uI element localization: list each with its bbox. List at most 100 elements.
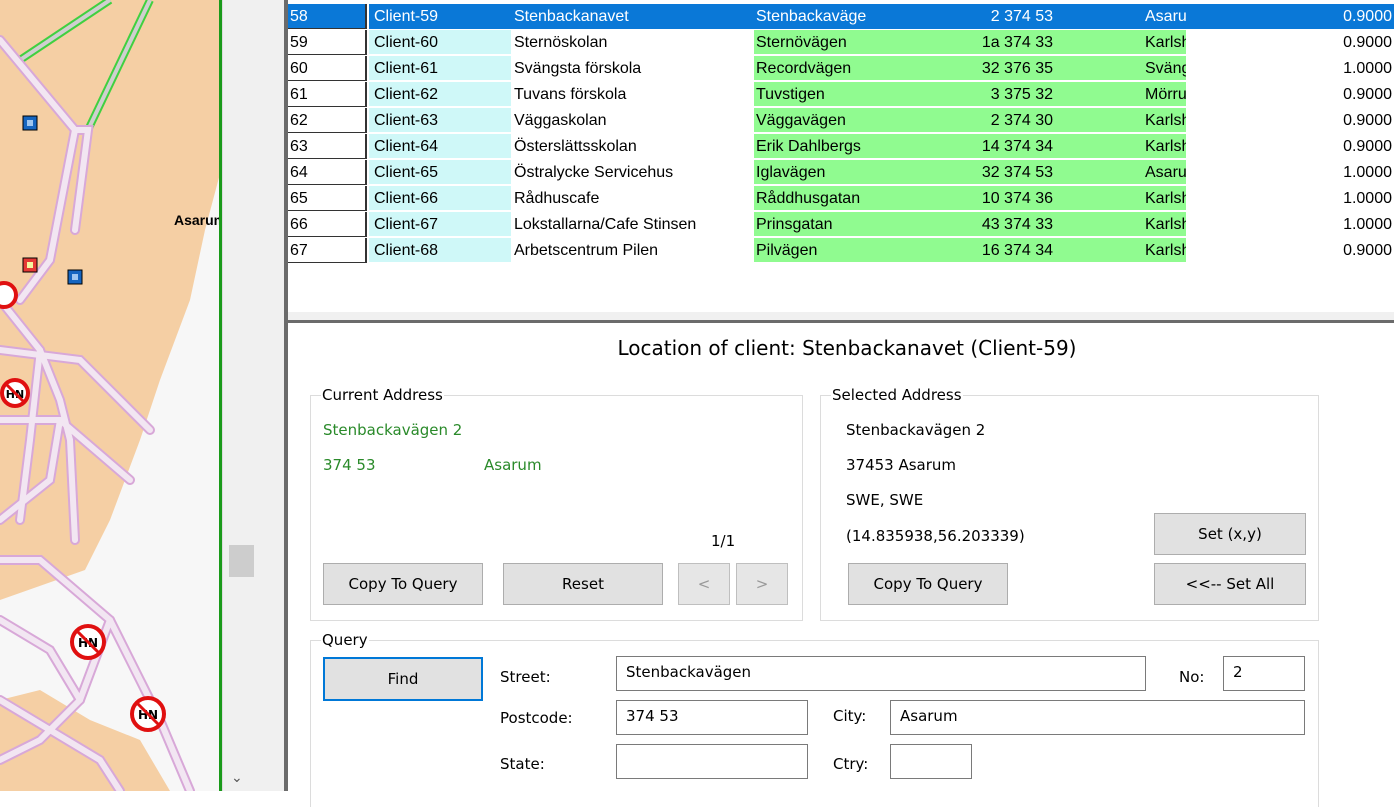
client-name-cell[interactable]: Lokstallarna/Cafe Stinsen	[511, 212, 754, 237]
city-cell[interactable]: Karlshamn	[1056, 212, 1186, 237]
row-index-cell[interactable]: 62	[288, 108, 367, 133]
value-cell[interactable]: 1.0000	[1186, 56, 1394, 81]
street-cell[interactable]: Erik Dahlbergs	[754, 134, 907, 159]
map-canvas[interactable]: HN HN HN	[0, 0, 221, 791]
street-cell[interactable]: Pilvägen	[754, 238, 907, 263]
reset-button[interactable]: Reset	[503, 563, 663, 605]
number-postcode-cell[interactable]: 10 374 36	[907, 186, 1056, 211]
city-cell[interactable]: Karlshamn	[1056, 238, 1186, 263]
value-cell[interactable]: 0.9000	[1186, 238, 1394, 263]
client-name-cell[interactable]: Arbetscentrum Pilen	[511, 238, 754, 263]
table-row[interactable]: 58 Client-59 Stenbackanavet Stenbackaväge 2 …	[288, 4, 1394, 30]
client-id-cell[interactable]: Client-68	[369, 238, 511, 263]
table-row[interactable]: 66 Client-67 Lokstallarna/Cafe Stinsen Prin…	[288, 212, 1394, 238]
number-postcode-cell[interactable]: 43 374 33	[907, 212, 1056, 237]
street-cell[interactable]: Stenbackaväge	[754, 4, 907, 29]
selected-copy-to-query-button[interactable]: Copy To Query	[848, 563, 1008, 605]
client-id-cell[interactable]: Client-66	[369, 186, 511, 211]
street-cell[interactable]: Väggavägen	[754, 108, 907, 133]
value-cell[interactable]: 0.9000	[1186, 134, 1394, 159]
next-button[interactable]: >	[736, 563, 788, 605]
set-all-button[interactable]: <<-- Set All	[1154, 563, 1306, 605]
number-postcode-cell[interactable]: 1a 374 33	[907, 30, 1056, 55]
splitter[interactable]	[258, 0, 284, 791]
previous-button[interactable]: <	[678, 563, 730, 605]
city-cell[interactable]: Karlshamn	[1056, 186, 1186, 211]
number-postcode-cell[interactable]: 16 374 34	[907, 238, 1056, 263]
number-postcode-cell[interactable]: 32 374 53	[907, 160, 1056, 185]
table-row[interactable]: 60 Client-61 Svängsta förskola Recordvägen 3…	[288, 56, 1394, 82]
street-cell[interactable]: Tuvstigen	[754, 82, 907, 107]
street-cell[interactable]: Råddhusgatan	[754, 186, 907, 211]
client-name-cell[interactable]: Stenbackanavet	[511, 4, 754, 29]
city-input[interactable]: Asarum	[890, 700, 1305, 735]
row-index-cell[interactable]: 67	[288, 238, 367, 263]
city-cell[interactable]: Karlshamn	[1056, 108, 1186, 133]
table-row[interactable]: 62 Client-63 Väggaskolan Väggavägen 2 374 30…	[288, 108, 1394, 134]
value-cell[interactable]: 1.0000	[1186, 212, 1394, 237]
row-index-cell[interactable]: 60	[288, 56, 367, 81]
city-cell[interactable]: Asarum	[1056, 160, 1186, 185]
row-index-cell[interactable]: 65	[288, 186, 367, 211]
number-postcode-cell[interactable]: 14 374 34	[907, 134, 1056, 159]
scrollbar-thumb[interactable]	[229, 545, 254, 577]
city-cell[interactable]: Karlshamn	[1056, 30, 1186, 55]
value-cell[interactable]: 0.9000	[1186, 4, 1394, 29]
city-cell[interactable]: Mörrum	[1056, 82, 1186, 107]
value-cell[interactable]: 0.9000	[1186, 82, 1394, 107]
current-copy-to-query-button[interactable]: Copy To Query	[323, 563, 483, 605]
client-id-cell[interactable]: Client-61	[369, 56, 511, 81]
number-postcode-cell[interactable]: 2 374 53	[907, 4, 1056, 29]
value-cell[interactable]: 1.0000	[1186, 186, 1394, 211]
street-input[interactable]: Stenbackavägen	[616, 656, 1146, 691]
client-id-cell[interactable]: Client-60	[369, 30, 511, 55]
client-name-cell[interactable]: Svängsta förskola	[511, 56, 754, 81]
country-input[interactable]	[890, 744, 972, 779]
value-cell[interactable]: 0.9000	[1186, 30, 1394, 55]
city-cell[interactable]: Svängsta	[1056, 56, 1186, 81]
street-cell[interactable]: Recordvägen	[754, 56, 907, 81]
set-xy-button[interactable]: Set (x,y)	[1154, 513, 1306, 555]
city-cell[interactable]: Karlshamn	[1056, 134, 1186, 159]
client-id-cell[interactable]: Client-63	[369, 108, 511, 133]
number-postcode-cell[interactable]: 3 375 32	[907, 82, 1056, 107]
client-name-cell[interactable]: Sternöskolan	[511, 30, 754, 55]
clients-grid[interactable]: 58 Client-59 Stenbackanavet Stenbackaväge 2 …	[288, 0, 1394, 312]
street-cell[interactable]: Iglavägen	[754, 160, 907, 185]
value-cell[interactable]: 1.0000	[1186, 160, 1394, 185]
number-postcode-cell[interactable]: 2 374 30	[907, 108, 1056, 133]
client-name-cell[interactable]: Väggaskolan	[511, 108, 754, 133]
client-id-cell[interactable]: Client-64	[369, 134, 511, 159]
table-row[interactable]: 61 Client-62 Tuvans förskola Tuvstigen 3 375…	[288, 82, 1394, 108]
map-view[interactable]: HN HN HN Asarum	[0, 0, 221, 791]
client-id-cell[interactable]: Client-59	[369, 4, 511, 29]
client-name-cell[interactable]: Österslättsskolan	[511, 134, 754, 159]
client-id-cell[interactable]: Client-67	[369, 212, 511, 237]
client-name-cell[interactable]: Östralycke Servicehus	[511, 160, 754, 185]
client-id-cell[interactable]: Client-65	[369, 160, 511, 185]
scroll-down-icon[interactable]: ⌄	[231, 770, 243, 786]
value-cell[interactable]: 0.9000	[1186, 108, 1394, 133]
row-index-cell[interactable]: 61	[288, 82, 367, 107]
table-row[interactable]: 63 Client-64 Österslättsskolan Erik Dahlber…	[288, 134, 1394, 160]
row-index-cell[interactable]: 63	[288, 134, 367, 159]
table-row[interactable]: 64 Client-65 Östralycke Servicehus Iglaväge…	[288, 160, 1394, 186]
postcode-input[interactable]: 374 53	[616, 700, 808, 735]
row-index-cell[interactable]: 59	[288, 30, 367, 55]
row-index-cell[interactable]: 64	[288, 160, 367, 185]
grid-horizontal-scrollbar[interactable]	[288, 312, 1394, 323]
map-vertical-scrollbar[interactable]: ⌄	[222, 0, 259, 791]
city-cell[interactable]: Asarum	[1056, 4, 1186, 29]
client-id-cell[interactable]: Client-62	[369, 82, 511, 107]
table-row[interactable]: 67 Client-68 Arbetscentrum Pilen Pilvägen 16…	[288, 238, 1394, 264]
street-cell[interactable]: Sternövägen	[754, 30, 907, 55]
number-postcode-cell[interactable]: 32 376 35	[907, 56, 1056, 81]
find-button[interactable]: Find	[323, 657, 483, 701]
client-name-cell[interactable]: Tuvans förskola	[511, 82, 754, 107]
street-cell[interactable]: Prinsgatan	[754, 212, 907, 237]
number-input[interactable]: 2	[1223, 656, 1305, 691]
row-index-cell[interactable]: 58	[288, 4, 367, 29]
row-index-cell[interactable]: 66	[288, 212, 367, 237]
table-row[interactable]: 59 Client-60 Sternöskolan Sternövägen 1a 374…	[288, 30, 1394, 56]
client-name-cell[interactable]: Rådhuscafe	[511, 186, 754, 211]
